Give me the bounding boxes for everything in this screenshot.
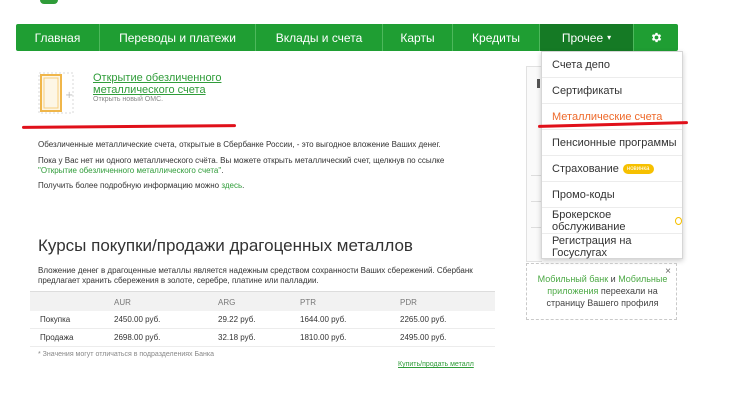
more-info-paragraph: Получить более подробную информацию можн… <box>38 181 244 191</box>
paragraph-text: . <box>242 181 245 190</box>
nav-item-deposits[interactable]: Вклады и счета <box>256 24 383 51</box>
logo-strip <box>40 0 58 4</box>
tip-text: и <box>608 274 619 284</box>
table-cell: 32.18 руб. <box>218 333 256 342</box>
menu-item-label: Сертификаты <box>552 84 623 97</box>
nav-item-transfers[interactable]: Переводы и платежи <box>100 24 256 51</box>
rates-title: Курсы покупки/продажи драгоценных металл… <box>38 236 413 255</box>
menu-item-label: Страхование <box>552 162 619 175</box>
table-cell: 2450.00 руб. <box>114 315 161 324</box>
paragraph-text: Пока у Вас нет ни одного металлического … <box>38 156 445 165</box>
menu-item-gosuslugi[interactable]: Регистрация на Госуслугах <box>542 234 682 260</box>
menu-item-insurance[interactable]: Страхование новинка <box>542 156 682 182</box>
table-cell: 1810.00 руб. <box>300 333 347 342</box>
nav-item-label: Вклады и счета <box>275 30 363 45</box>
table-row: Покупка 2450.00 руб. 29.22 руб. 1644.00 … <box>30 311 495 329</box>
menu-item-certificates[interactable]: Сертификаты <box>542 78 682 104</box>
column-header: ARG <box>218 298 236 307</box>
paragraph-text: . <box>221 166 224 175</box>
nav-item-label: Карты <box>400 30 435 45</box>
panel-mark <box>537 79 540 88</box>
nav-item-cards[interactable]: Карты <box>383 24 453 51</box>
rates-intro-line: Вложение денег в драгоценные металлы явл… <box>38 266 473 275</box>
nav-item-other[interactable]: Прочее ▾ <box>540 24 634 51</box>
nav-item-credits[interactable]: Кредиты <box>453 24 540 51</box>
other-dropdown-menu: Счета депо Сертификаты Металлические сче… <box>541 51 683 259</box>
nav-item-label: Переводы и платежи <box>119 30 236 45</box>
nav-item-home[interactable]: Главная <box>16 24 100 51</box>
settings-button[interactable] <box>634 24 678 51</box>
row-label: Продажа <box>40 333 74 342</box>
open-account-inline-link[interactable]: "Открытие обезличенного металлического с… <box>38 166 221 175</box>
table-cell: 2495.00 руб. <box>400 333 447 342</box>
rates-footnote: * Значения могут отличаться в подразделе… <box>38 351 214 358</box>
nav-item-label: Главная <box>34 30 81 45</box>
highlight-underline <box>21 124 237 129</box>
open-metal-account-subtitle: Открыть новый ОМС. <box>93 96 164 103</box>
menu-item-label: Счета депо <box>552 58 611 71</box>
mobile-bank-link[interactable]: Мобильный банк <box>538 274 609 284</box>
svg-text:+: + <box>65 90 73 101</box>
paragraph-text: Получить более подробную информацию можн… <box>38 181 220 190</box>
more-info-link[interactable]: здесь <box>221 181 242 190</box>
new-dot-icon <box>674 216 682 225</box>
menu-item-brokerage[interactable]: Брокерское обслуживание <box>542 208 682 234</box>
nav-item-label: Кредиты <box>472 30 520 45</box>
intro-paragraph: Обезличенные металлические счета, открыт… <box>38 140 441 149</box>
rates-table-header: AUR ARG PTR PDR <box>30 292 495 311</box>
menu-item-label: Брокерское обслуживание <box>552 208 626 233</box>
menu-item-label: Металлические счета <box>552 110 663 123</box>
menu-item-label: Промо-коды <box>552 188 615 201</box>
menu-item-promo[interactable]: Промо-коды <box>542 182 682 208</box>
gear-icon <box>650 31 663 44</box>
main-nav: Главная Переводы и платежи Вклады и счет… <box>16 24 678 51</box>
no-accounts-paragraph: Пока у Вас нет ни одного металлического … <box>38 156 478 176</box>
menu-item-label: Пенсионные программы <box>552 136 677 149</box>
rates-table: AUR ARG PTR PDR Покупка 2450.00 руб. 29.… <box>30 291 495 347</box>
metal-account-card-icon[interactable]: + <box>38 72 74 114</box>
mobile-bank-moved-tip: × Мобильный банк и Мобильные приложения … <box>526 263 677 320</box>
open-metal-account-link[interactable]: Открытие обезличенного металлического сч… <box>93 72 243 96</box>
row-label: Покупка <box>40 315 71 324</box>
table-cell: 2698.00 руб. <box>114 333 161 342</box>
table-cell: 1644.00 руб. <box>300 315 347 324</box>
nav-item-label: Прочее <box>561 30 604 45</box>
menu-item-label: Регистрация на Госуслугах <box>552 235 632 259</box>
column-header: PDR <box>400 298 417 307</box>
chevron-down-icon: ▾ <box>607 33 612 42</box>
table-row: Продажа 2698.00 руб. 32.18 руб. 1810.00 … <box>30 329 495 347</box>
table-cell: 29.22 руб. <box>218 315 256 324</box>
right-panel <box>526 66 543 262</box>
column-header: PTR <box>300 298 316 307</box>
buy-sell-metal-link[interactable]: Купить/продать металл <box>398 361 474 368</box>
close-icon[interactable]: × <box>665 266 671 278</box>
menu-item-depo[interactable]: Счета депо <box>542 52 682 78</box>
column-header: AUR <box>114 298 131 307</box>
table-cell: 2265.00 руб. <box>400 315 447 324</box>
menu-item-pension[interactable]: Пенсионные программы <box>542 130 682 156</box>
new-badge: новинка <box>622 163 654 174</box>
rates-intro-line: предлагает хранить сбережения в золоте, … <box>38 276 319 285</box>
